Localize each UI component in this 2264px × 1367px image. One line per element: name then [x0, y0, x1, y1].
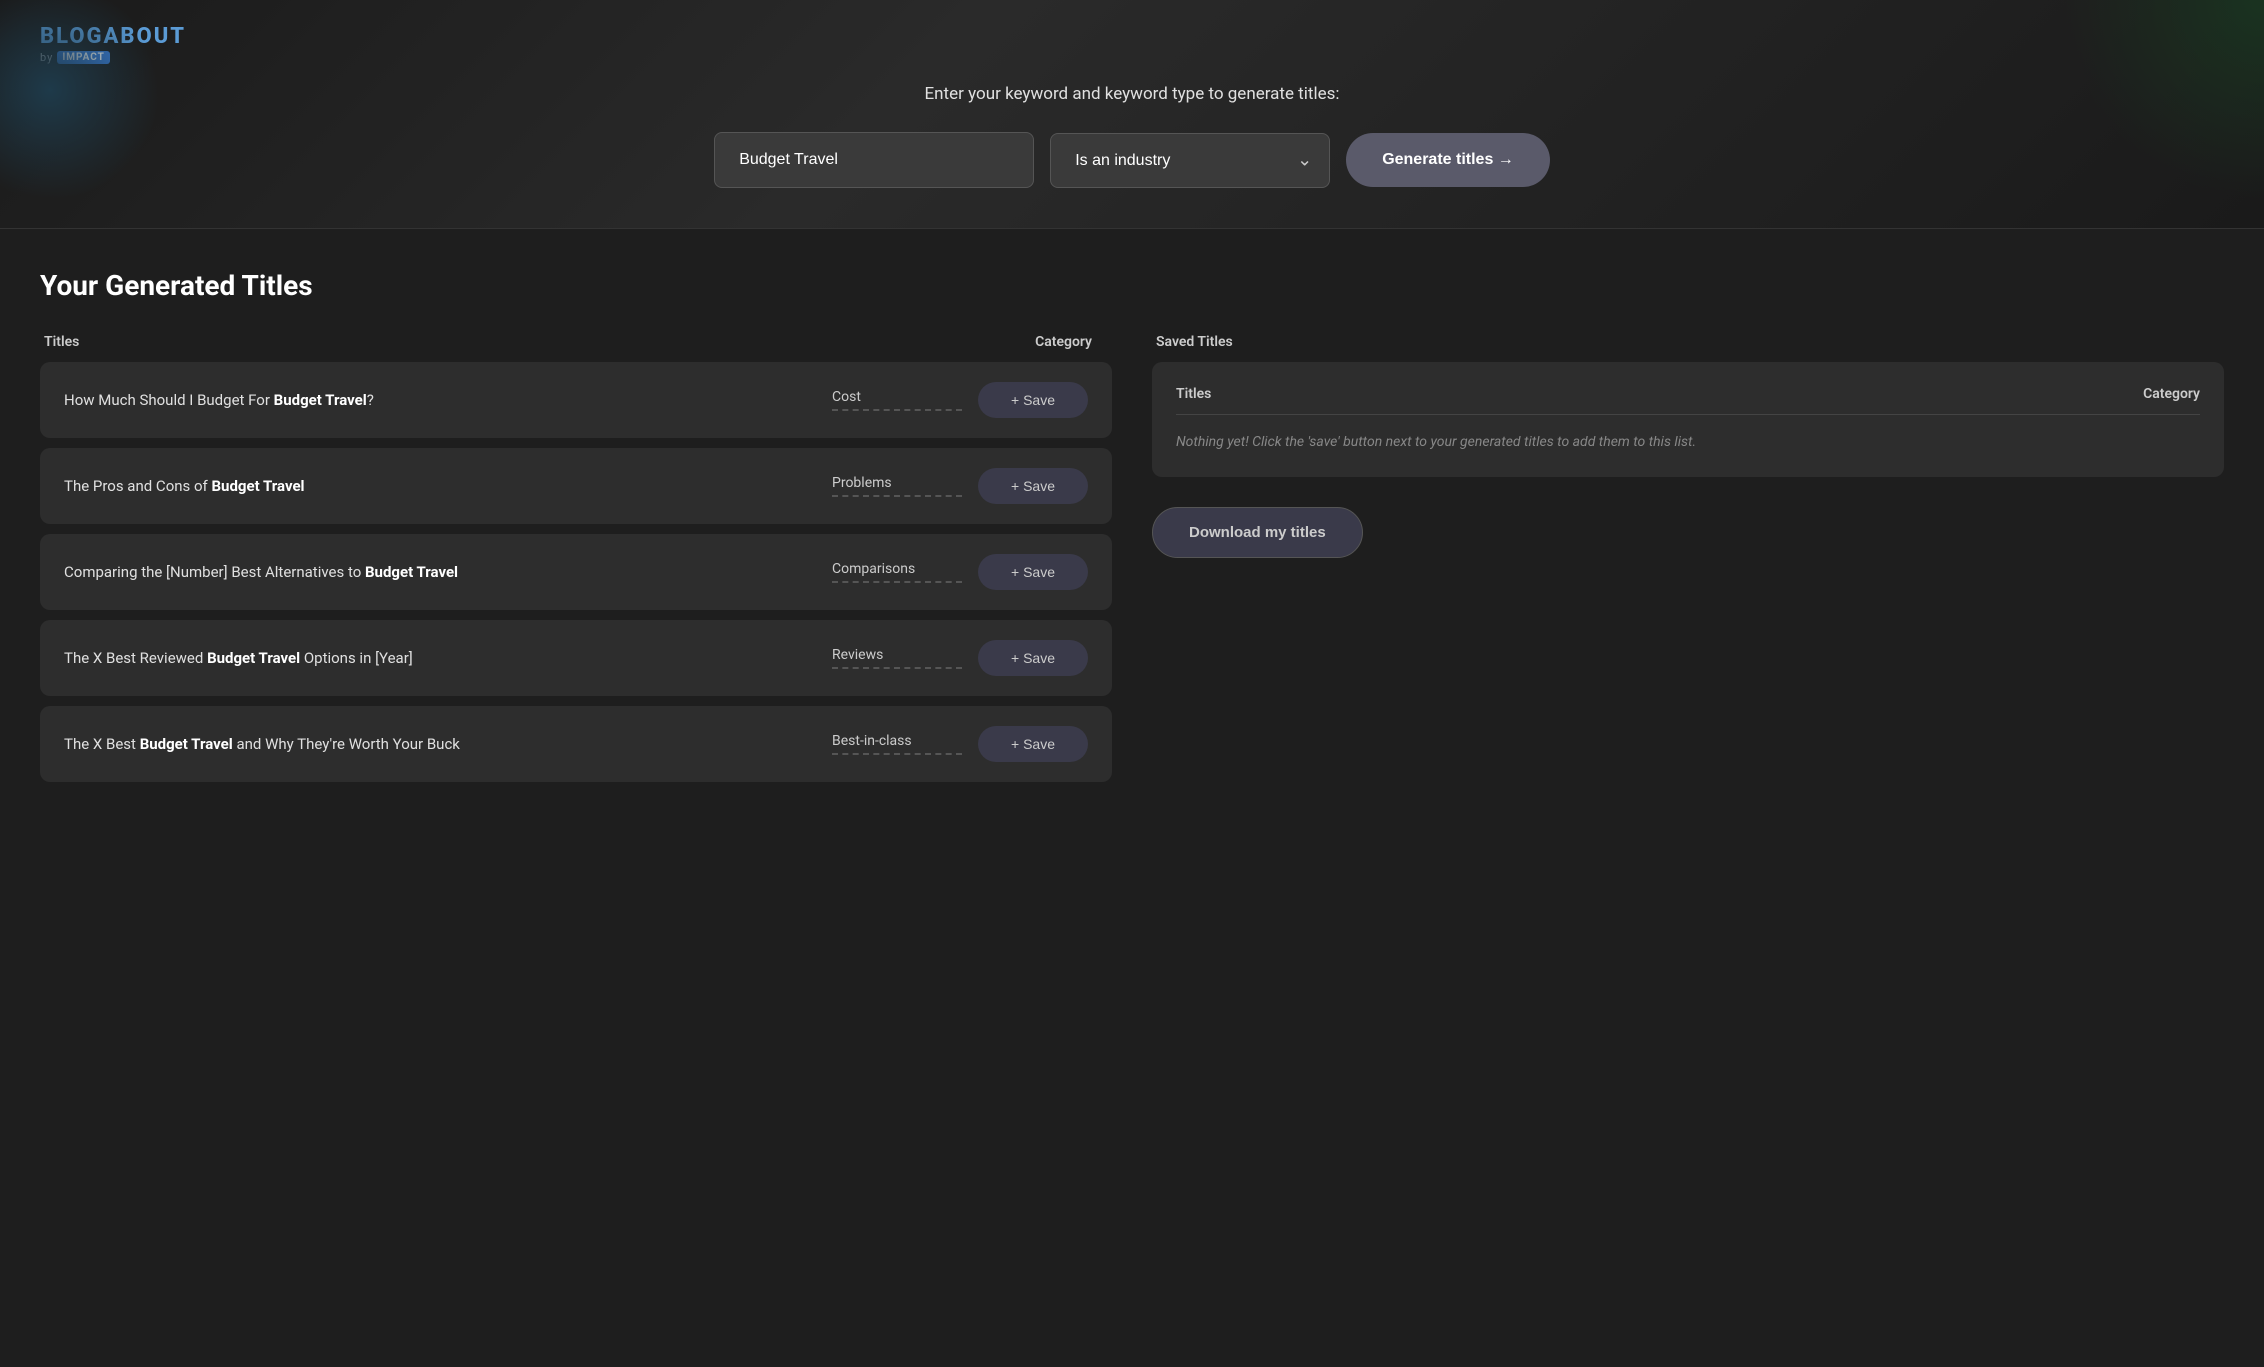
saved-panel: Saved Titles Titles Category Nothing yet…: [1152, 334, 2224, 792]
title-text-4: The X Best Budget Travel and Why They're…: [64, 733, 816, 756]
title-text-1: The Pros and Cons of Budget Travel: [64, 475, 816, 498]
content-grid: Titles Category How Much Should I Budget…: [40, 334, 2224, 792]
section-title: Your Generated Titles: [40, 269, 2224, 302]
save-button-2[interactable]: + Save: [978, 554, 1088, 590]
category-text-3: Reviews: [832, 647, 962, 669]
title-row: The X Best Reviewed Budget Travel Option…: [40, 620, 1112, 696]
category-text-0: Cost: [832, 389, 962, 411]
col-header-titles: Titles: [44, 334, 1019, 350]
download-titles-button[interactable]: Download my titles: [1152, 507, 1363, 558]
category-text-2: Comparisons: [832, 561, 962, 583]
title-row: Comparing the [Number] Best Alternatives…: [40, 534, 1112, 610]
save-button-0[interactable]: + Save: [978, 382, 1088, 418]
logo-part1: BLOG: [40, 24, 104, 49]
col-header-category: Category: [1035, 334, 1092, 350]
saved-header: Saved Titles: [1152, 334, 2224, 350]
saved-col-header-category: Category: [2143, 386, 2200, 402]
category-text-1: Problems: [832, 475, 962, 497]
title-row: How Much Should I Budget For Budget Trav…: [40, 362, 1112, 438]
saved-box: Titles Category Nothing yet! Click the '…: [1152, 362, 2224, 477]
logo: BLOGABOUT: [40, 24, 2224, 49]
logo-by: by IMPACT: [40, 51, 2224, 64]
header-center: Enter your keyword and keyword type to g…: [40, 84, 2224, 104]
header-controls: Is an industry Is a product Is a service…: [40, 132, 2224, 188]
header-subtitle: Enter your keyword and keyword type to g…: [40, 84, 2224, 104]
main-content: Your Generated Titles Titles Category Ho…: [0, 229, 2264, 1367]
title-row: The X Best Budget Travel and Why They're…: [40, 706, 1112, 782]
titles-panel: Titles Category How Much Should I Budget…: [40, 334, 1112, 792]
title-text-3: The X Best Reviewed Budget Travel Option…: [64, 647, 816, 670]
saved-col-headers: Titles Category: [1176, 386, 2200, 415]
impact-badge: IMPACT: [57, 51, 110, 64]
title-text-0: How Much Should I Budget For Budget Trav…: [64, 389, 816, 412]
keyword-type-select[interactable]: Is an industry Is a product Is a service…: [1050, 133, 1330, 188]
header: BLOGABOUT by IMPACT Enter your keyword a…: [0, 0, 2264, 229]
dropdown-wrapper: Is an industry Is a product Is a service…: [1050, 133, 1330, 188]
saved-empty-text: Nothing yet! Click the 'save' button nex…: [1176, 431, 2200, 453]
title-row: The Pros and Cons of Budget Travel Probl…: [40, 448, 1112, 524]
titles-col-headers: Titles Category: [40, 334, 1112, 350]
save-button-3[interactable]: + Save: [978, 640, 1088, 676]
saved-col-header-titles: Titles: [1176, 386, 1211, 402]
category-text-4: Best-in-class: [832, 733, 962, 755]
save-button-1[interactable]: + Save: [978, 468, 1088, 504]
keyword-input[interactable]: [714, 132, 1034, 188]
save-button-4[interactable]: + Save: [978, 726, 1088, 762]
logo-part2: ABOUT: [104, 24, 187, 49]
logo-area: BLOGABOUT by IMPACT: [40, 24, 2224, 64]
title-text-2: Comparing the [Number] Best Alternatives…: [64, 561, 816, 584]
generate-titles-button[interactable]: Generate titles →: [1346, 133, 1550, 187]
